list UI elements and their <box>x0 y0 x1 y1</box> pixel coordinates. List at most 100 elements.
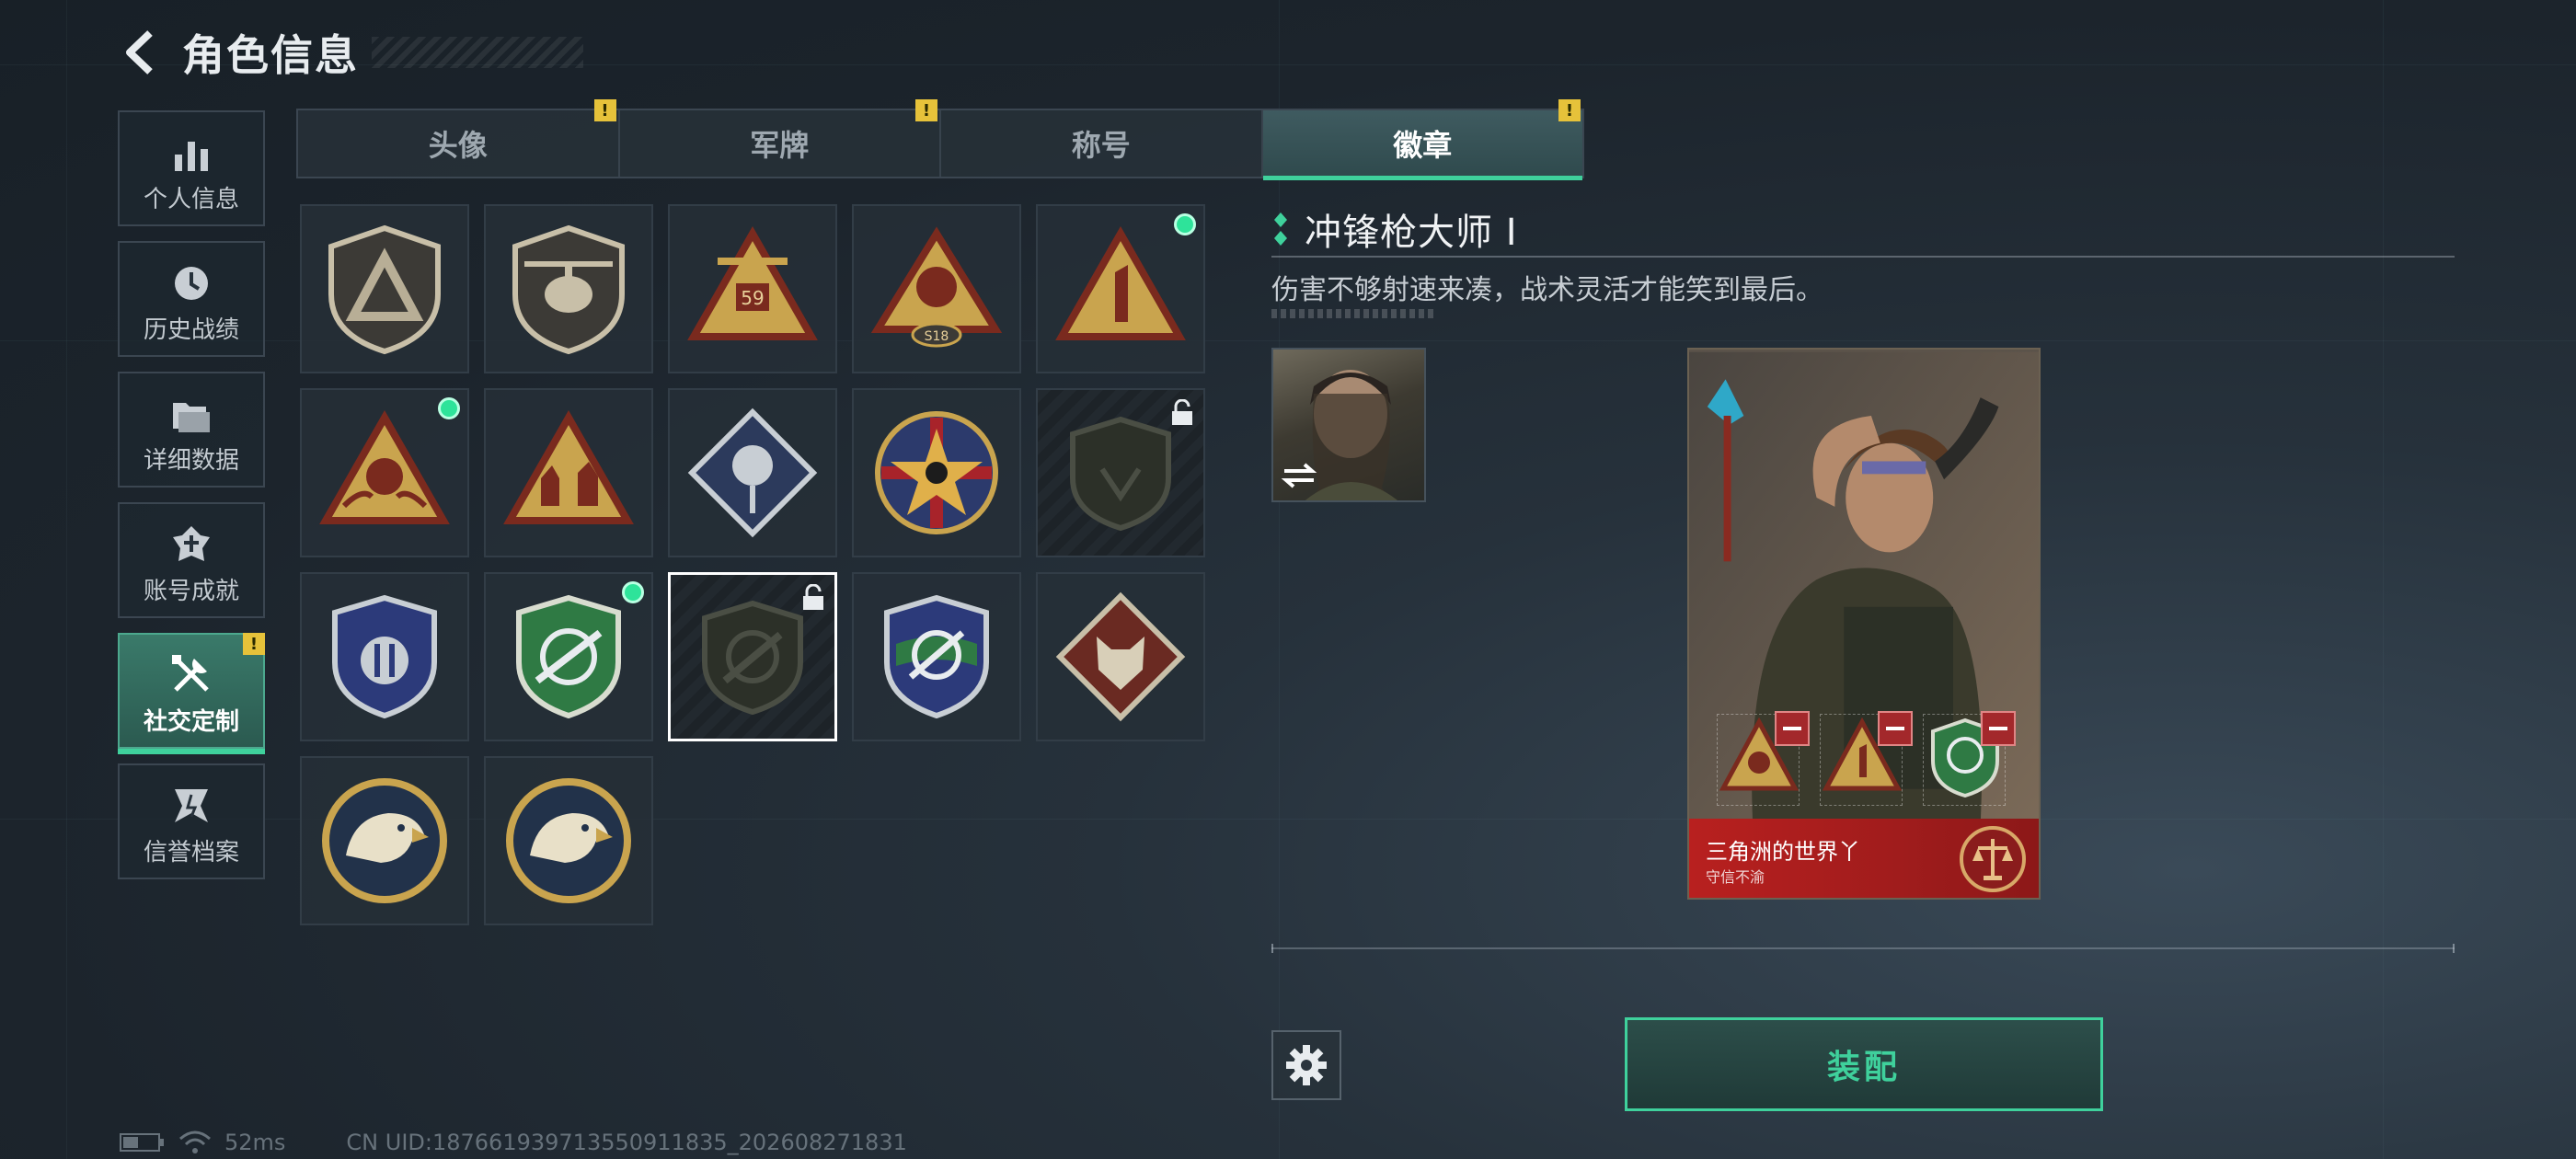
sidebar: 个人信息 历史战绩 详细数据 账号成就 ! 社交定制 信誉档案 <box>118 110 265 894</box>
badge-cell[interactable] <box>300 756 469 925</box>
diamond-wolf-badge-icon <box>1055 591 1186 722</box>
player-card-preview: 三角洲的世界丫 守信不渝 <box>1687 348 2041 900</box>
tab-title[interactable]: 称号 <box>941 110 1263 177</box>
sidebar-item-detailed-data[interactable]: 详细数据 <box>118 372 265 488</box>
achievement-icon <box>171 515 212 565</box>
card-nameplate: 三角洲的世界丫 守信不渝 <box>1689 819 2039 898</box>
shield-dark-badge-icon <box>1070 416 1171 532</box>
badge-cell[interactable] <box>1036 572 1205 741</box>
gear-icon <box>1286 1045 1327 1085</box>
lock-icon <box>1170 398 1194 430</box>
shield-blue-smg-badge-icon <box>884 594 989 719</box>
tab-label: 称号 <box>1071 128 1131 163</box>
sidebar-item-label: 个人信息 <box>143 185 239 213</box>
remove-badge-button[interactable] <box>1878 711 1913 746</box>
equipped-badge-slot-3[interactable] <box>1923 711 2016 806</box>
remove-badge-button[interactable] <box>1981 711 2016 746</box>
badge-cell[interactable] <box>668 388 837 557</box>
alert-badge: ! <box>593 99 616 121</box>
user-uid: CN UID:187661939713550911835_20260827183… <box>346 1130 907 1155</box>
sidebar-item-label: 社交定制 <box>143 707 239 736</box>
badge-cell[interactable] <box>300 388 469 557</box>
back-arrow-icon[interactable] <box>120 25 166 80</box>
tab-label: 徽章 <box>1393 128 1453 163</box>
badge-cell[interactable] <box>484 204 653 373</box>
triangle-one-badge-icon <box>1055 225 1186 340</box>
tab-label: 军牌 <box>750 128 810 163</box>
divider <box>1271 256 2455 258</box>
description-decoration <box>1271 309 1433 318</box>
badge-cell[interactable] <box>484 572 653 741</box>
folder-icon <box>171 384 212 434</box>
equip-button[interactable]: 装配 <box>1625 1017 2103 1111</box>
alert-badge: ! <box>1558 99 1581 121</box>
shield-triangle-badge-icon <box>328 224 441 355</box>
sidebar-item-social-custom[interactable]: ! 社交定制 <box>118 633 265 754</box>
equip-button-label: 装配 <box>1826 1049 1901 1086</box>
diamond-marker-icon <box>1274 212 1287 246</box>
tab-badge[interactable]: 徽章 ! <box>1262 99 1582 180</box>
shield-green-smg-badge-icon <box>516 594 621 719</box>
triangle-hands-badge-icon <box>319 409 450 524</box>
triangle-s18-badge-icon: S18 <box>870 226 1003 348</box>
divider <box>1271 944 2455 953</box>
header: 角色信息 <box>120 20 583 85</box>
sidebar-item-history[interactable]: 历史战绩 <box>118 241 265 357</box>
player-name: 三角洲的世界丫 <box>1706 839 1860 865</box>
badge-cell[interactable]: S18 <box>852 204 1021 373</box>
battery-icon <box>120 1133 164 1152</box>
sidebar-item-personal-info[interactable]: 个人信息 <box>118 110 265 226</box>
badge-cell[interactable] <box>300 572 469 741</box>
sidebar-item-label: 账号成就 <box>143 577 239 605</box>
eagle-round-badge-icon <box>506 778 631 903</box>
history-clock-icon <box>171 254 212 304</box>
badge-cell[interactable] <box>300 204 469 373</box>
svg-text:59: 59 <box>741 287 764 309</box>
character-avatar[interactable] <box>1271 348 1426 502</box>
shield-blue-badge-icon <box>332 594 437 719</box>
badge-cell[interactable]: 59 <box>668 204 837 373</box>
diamond-rose-badge-icon <box>687 407 818 538</box>
badge-cell[interactable] <box>1036 388 1205 557</box>
swap-icon[interactable] <box>1281 462 1317 493</box>
status-bar: 52ms CN UID:187661939713550911835_202608… <box>120 1130 907 1155</box>
star-round-badge-icon <box>875 411 998 534</box>
category-tabs: 头像 ! 军牌 ! 称号 徽章 ! <box>296 99 1584 180</box>
badge-cell[interactable] <box>484 388 653 557</box>
badge-cell[interactable] <box>668 572 837 741</box>
sidebar-item-reputation[interactable]: 信誉档案 <box>118 763 265 879</box>
equipped-badge-slot-1[interactable] <box>1717 711 1810 806</box>
alert-badge: ! <box>243 633 265 655</box>
tab-dog-tag[interactable]: 军牌 ! <box>620 99 941 177</box>
sidebar-item-achievements[interactable]: 账号成就 <box>118 502 265 618</box>
sidebar-item-label: 信誉档案 <box>143 838 239 866</box>
reputation-icon <box>171 776 212 826</box>
new-indicator-dot <box>438 397 460 419</box>
tools-icon <box>170 646 213 695</box>
tab-avatar[interactable]: 头像 ! <box>298 99 620 177</box>
ping-value: 52ms <box>224 1130 286 1155</box>
triangle-squad-badge-icon <box>503 409 634 524</box>
badge-cell[interactable] <box>484 756 653 925</box>
alert-badge: ! <box>915 99 937 121</box>
wifi-icon <box>179 1130 211 1153</box>
bar-chart-icon <box>173 123 210 173</box>
sidebar-item-label: 历史战绩 <box>143 316 239 344</box>
badge-cell[interactable] <box>852 388 1021 557</box>
sidebar-item-label: 详细数据 <box>143 446 239 475</box>
tab-label: 头像 <box>428 128 488 163</box>
badge-cell[interactable] <box>1036 204 1205 373</box>
title-decoration <box>372 37 583 68</box>
settings-button[interactable] <box>1271 1030 1341 1100</box>
helicopter-shield-badge-icon <box>512 224 625 355</box>
triangle-59-badge-icon: 59 <box>687 225 818 340</box>
remove-badge-button[interactable] <box>1775 711 1810 746</box>
scales-emblem-icon <box>1960 826 2026 892</box>
new-indicator-dot <box>1174 213 1196 235</box>
badge-name: 冲锋枪大师 Ⅰ <box>1305 212 1518 254</box>
shield-dark-smg-badge-icon <box>702 600 803 716</box>
badge-detail-header: 冲锋枪大师 Ⅰ <box>1271 202 1518 256</box>
page-title: 角色信息 <box>182 30 359 80</box>
equipped-badge-slot-2[interactable] <box>1820 711 1913 806</box>
badge-cell[interactable] <box>852 572 1021 741</box>
